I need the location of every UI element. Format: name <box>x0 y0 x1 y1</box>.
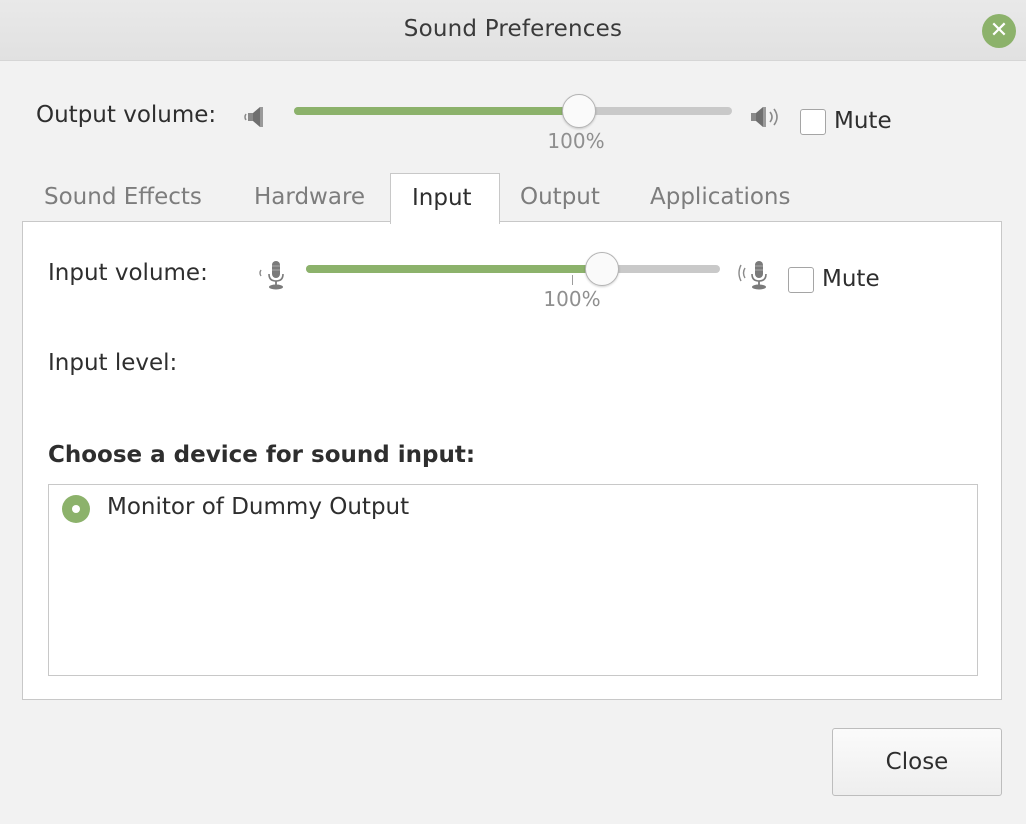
close-button[interactable]: Close <box>832 728 1002 796</box>
tab-label: Hardware <box>254 184 366 210</box>
window-title: Sound Preferences <box>403 16 623 42</box>
speaker-high-icon <box>751 107 778 127</box>
input-level-label: Input level: <box>48 350 178 376</box>
microphone-high-icon <box>738 261 767 290</box>
tab-output[interactable]: Output <box>520 180 620 222</box>
speaker-low-icon <box>244 107 263 127</box>
title-bar: Sound Preferences ✕ <box>0 0 1026 61</box>
input-volume-percent: 100% <box>543 287 601 311</box>
tab-hardware[interactable]: Hardware <box>254 180 384 222</box>
output-volume-fill <box>294 107 579 115</box>
output-volume-label: Output volume: <box>36 102 217 128</box>
tab-label: Output <box>520 184 600 210</box>
input-volume-label: Input volume: <box>48 260 208 286</box>
input-volume-tick <box>572 275 573 285</box>
input-volume-slider[interactable] <box>306 249 720 289</box>
output-volume-knob[interactable] <box>562 94 596 128</box>
output-mute-label[interactable]: Mute <box>834 108 892 134</box>
input-mute-checkbox[interactable] <box>788 267 814 293</box>
input-volume-fill <box>306 265 602 273</box>
tab-label: Sound Effects <box>44 184 202 210</box>
input-device-list: Monitor of Dummy Output <box>48 484 978 676</box>
input-mute-label[interactable]: Mute <box>822 266 880 292</box>
tab-input[interactable]: Input <box>390 173 500 224</box>
input-volume-knob[interactable] <box>585 252 619 286</box>
tab-applications[interactable]: Applications <box>650 180 810 222</box>
output-volume-percent: 100% <box>547 129 605 153</box>
tab-label: Input <box>412 185 472 211</box>
device-radio-selected[interactable] <box>62 495 90 523</box>
tab-sound-effects[interactable]: Sound Effects <box>44 180 224 222</box>
output-mute-checkbox[interactable] <box>800 109 826 135</box>
tab-label: Applications <box>650 184 791 210</box>
microphone-low-icon <box>259 261 284 290</box>
device-section-heading: Choose a device for sound input: <box>48 442 476 468</box>
device-name[interactable]: Monitor of Dummy Output <box>107 494 409 520</box>
output-volume-slider[interactable] <box>294 91 732 131</box>
close-icon[interactable]: ✕ <box>982 14 1016 48</box>
